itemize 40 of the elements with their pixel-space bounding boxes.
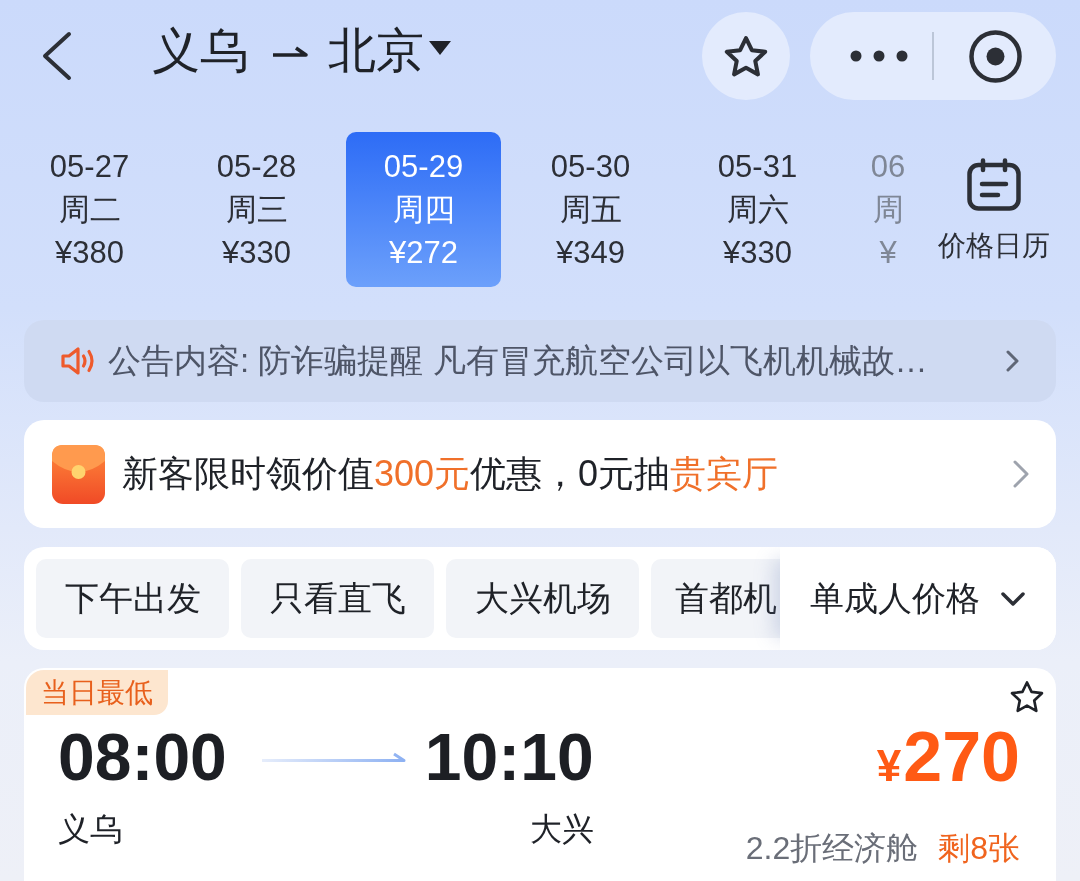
- filter-chip[interactable]: 下午出发: [36, 559, 229, 638]
- target-icon: [968, 29, 1022, 83]
- price-text: ¥270: [876, 719, 1020, 798]
- star-icon[interactable]: [1010, 680, 1044, 713]
- back-button[interactable]: [40, 31, 72, 81]
- promo-banner[interactable]: 新客限时领价值300元优惠，0元抽贵宾厅: [24, 420, 1056, 528]
- date-tab[interactable]: 05-31 周六 ¥330: [680, 132, 835, 287]
- chevron-down-icon: [1001, 591, 1025, 606]
- envelope-icon: [52, 444, 105, 504]
- caret-icon: [429, 41, 451, 55]
- filter-chip[interactable]: 大兴机场: [446, 559, 639, 638]
- departure-time: 08:00: [58, 719, 227, 795]
- remaining-seats-text: 剩8张: [938, 829, 1020, 868]
- date-tab[interactable]: 05-27 周二 ¥380: [12, 132, 167, 287]
- filter-chip[interactable]: 只看直飞: [241, 559, 434, 638]
- more-button[interactable]: [850, 50, 908, 62]
- chevron-right-icon: [1006, 350, 1019, 372]
- notice-text: 公告内容: 防诈骗提醒 凡有冒充航空公司以飞机机械故…: [108, 341, 929, 381]
- star-icon: [724, 35, 768, 77]
- route-button[interactable]: 义乌 北京: [152, 19, 451, 83]
- price-calendar-button[interactable]: 价格日历: [929, 132, 1059, 287]
- date-tab[interactable]: 05-30 周五 ¥349: [513, 132, 668, 287]
- exit-button[interactable]: [968, 29, 1022, 83]
- lowest-price-badge: 当日最低: [26, 670, 168, 715]
- speaker-icon: [60, 345, 97, 377]
- flight-card[interactable]: 当日最低 08:00 义乌 10:10 大兴 ¥270 2.2折经济舱 剩8张: [24, 668, 1056, 881]
- arrival-airport: 大兴: [529, 810, 594, 849]
- departure-airport: 义乌: [58, 810, 123, 849]
- calendar-icon: [967, 158, 1021, 211]
- cabin-discount-text: 2.2折经济舱: [745, 829, 919, 868]
- more-icon: [850, 50, 908, 62]
- arrival-time: 10:10: [424, 719, 594, 795]
- passenger-price-dropdown[interactable]: 单成人价格: [780, 547, 1056, 650]
- chevron-right-icon: [1013, 460, 1030, 488]
- date-tab[interactable]: 05-28 周三 ¥330: [179, 132, 334, 287]
- filter-chip[interactable]: 首都机: [651, 559, 780, 638]
- notice-bar[interactable]: 公告内容: 防诈骗提醒 凡有冒充航空公司以飞机机械故…: [24, 320, 1056, 402]
- promo-text: 新客限时领价值300元优惠，0元抽贵宾厅: [122, 452, 779, 496]
- chevron-left-icon: [40, 31, 72, 81]
- date-tab[interactable]: 05-29 周四 ¥272: [346, 132, 501, 287]
